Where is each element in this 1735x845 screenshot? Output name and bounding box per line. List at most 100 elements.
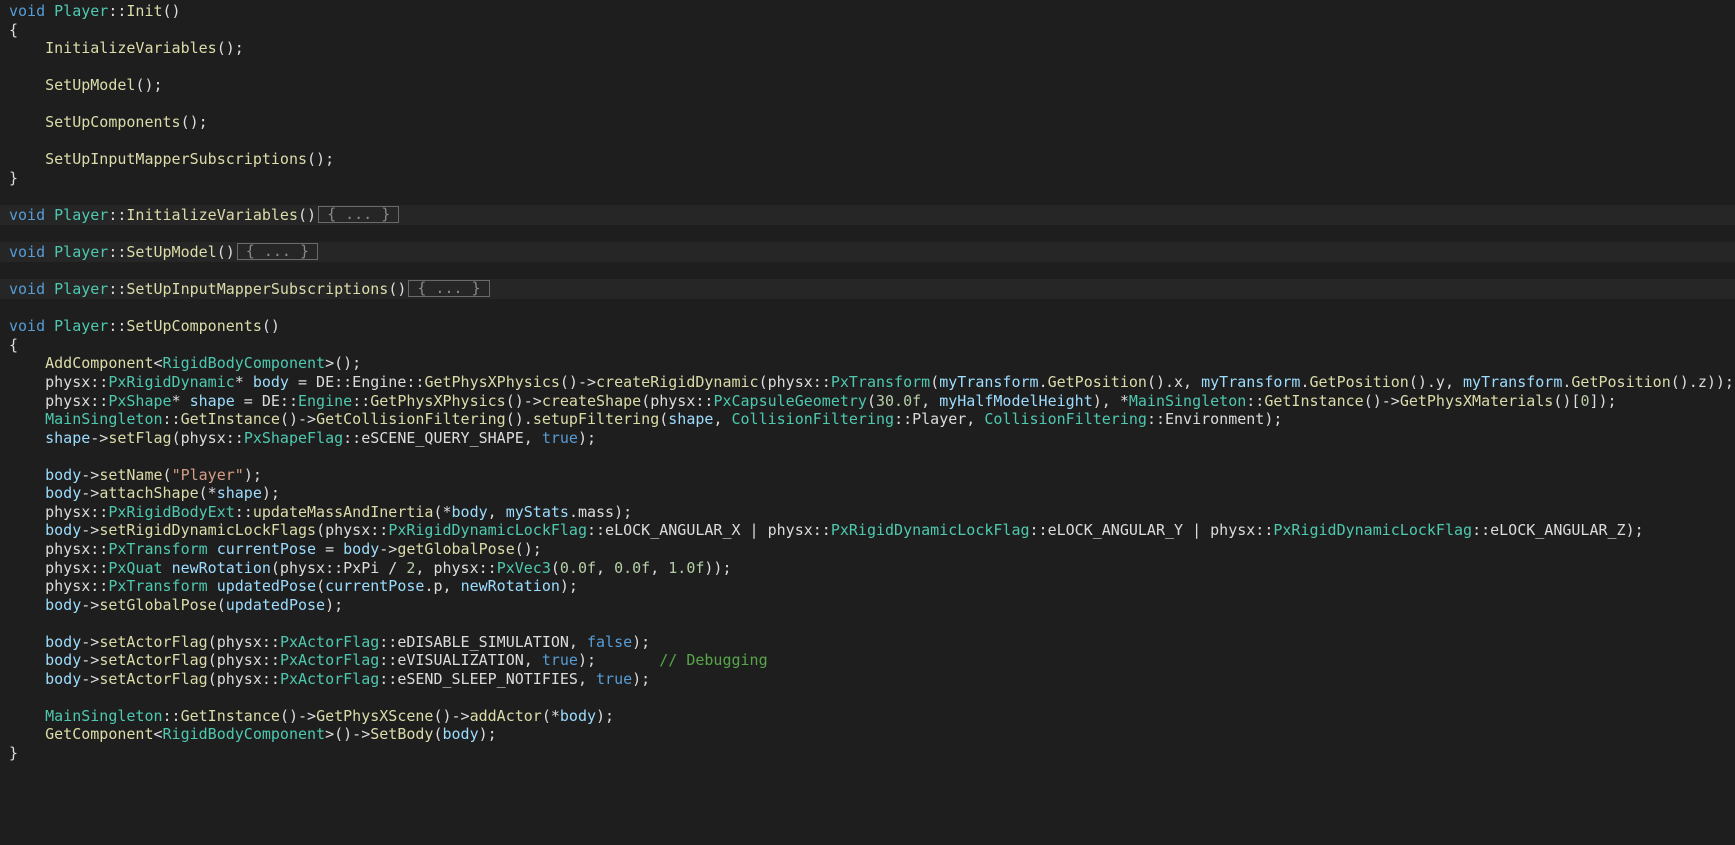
code-token: () xyxy=(216,243,235,262)
code-line[interactable]: body->setActorFlag(physx::PxActorFlag::e… xyxy=(0,632,1735,652)
code-token: SetUpModel xyxy=(45,76,136,95)
code-line[interactable]: MainSingleton::GetInstance()->GetPhysXSc… xyxy=(0,706,1735,726)
code-line[interactable]: InitializeVariables(); xyxy=(0,38,1735,58)
code-line[interactable]: } xyxy=(0,743,1735,763)
code-token: (* xyxy=(198,484,217,503)
code-line[interactable]: body->setGlobalPose(updatedPose); xyxy=(0,595,1735,615)
code-token: ::Environment); xyxy=(1146,410,1283,429)
code-line[interactable]: shape->setFlag(physx::PxShapeFlag::eSCEN… xyxy=(0,428,1735,448)
code-token: :: xyxy=(352,391,371,410)
code-token: (physx:: xyxy=(207,669,280,688)
code-line[interactable]: body->setName("Player"); xyxy=(0,465,1735,485)
code-token: (); xyxy=(514,539,542,558)
code-line[interactable] xyxy=(0,446,1735,466)
code-line[interactable] xyxy=(0,224,1735,244)
code-line[interactable]: physx::PxShape* shape = DE::Engine::GetP… xyxy=(0,391,1735,411)
code-token: :: xyxy=(1246,391,1265,410)
code-token: PxRigidDynamicLockFlag xyxy=(1273,521,1473,540)
code-token: currentPose xyxy=(325,577,425,596)
code-line[interactable]: physx::PxRigidBodyExt::updateMassAndIner… xyxy=(0,502,1735,522)
code-token: Player xyxy=(54,206,109,225)
code-token: , xyxy=(921,391,940,410)
code-line[interactable] xyxy=(0,298,1735,318)
code-line[interactable]: body->setRigidDynamicLockFlags(physx::Px… xyxy=(0,520,1735,540)
code-token: body xyxy=(45,632,82,651)
code-line[interactable]: } xyxy=(0,168,1735,188)
code-line[interactable] xyxy=(0,687,1735,707)
code-token: () xyxy=(162,2,181,20)
code-text: MainSingleton::GetInstance()->GetPhysXSc… xyxy=(9,706,614,726)
code-token: (physx:: xyxy=(316,521,389,540)
code-token: ); xyxy=(596,706,615,725)
code-token: .p, xyxy=(424,577,461,596)
code-line[interactable]: physx::PxTransform updatedPose(currentPo… xyxy=(0,576,1735,596)
code-line[interactable]: body->setActorFlag(physx::PxActorFlag::e… xyxy=(0,650,1735,670)
code-line[interactable]: void Player::Init() xyxy=(0,1,1735,21)
code-token: GetPhysXMaterials xyxy=(1399,391,1554,410)
code-token: void xyxy=(9,280,46,299)
code-token: shape xyxy=(216,484,262,503)
code-line[interactable] xyxy=(0,131,1735,151)
code-line[interactable]: void Player::InitializeVariables(){ ... … xyxy=(0,205,1735,226)
code-line[interactable]: physx::PxRigidDynamic* body = DE::Engine… xyxy=(0,372,1735,392)
code-line[interactable]: body->attachShape(*shape); xyxy=(0,483,1735,503)
code-token: ); xyxy=(577,651,660,670)
code-line[interactable]: AddComponent<RigidBodyComponent>(); xyxy=(0,353,1735,373)
code-token: Player xyxy=(54,280,109,299)
code-line[interactable]: { xyxy=(0,20,1735,40)
code-line[interactable] xyxy=(0,57,1735,77)
code-line[interactable] xyxy=(0,94,1735,114)
code-token: ()-> xyxy=(559,373,597,391)
code-token: , xyxy=(713,410,732,429)
code-token: GetPosition xyxy=(1047,373,1147,391)
code-token: ::eDISABLE_SIMULATION, xyxy=(379,632,587,651)
code-token: PxVec3 xyxy=(496,558,551,577)
code-line[interactable]: void Player::SetUpModel(){ ... } xyxy=(0,242,1735,263)
code-token: physx:: xyxy=(9,391,109,410)
code-line[interactable] xyxy=(0,261,1735,281)
code-token: myStats xyxy=(505,502,569,521)
code-line[interactable]: physx::PxTransform currentPose = body->g… xyxy=(0,539,1735,559)
code-token: SetUpComponents xyxy=(126,317,262,336)
code-editor[interactable]: void Player::Init(){ InitializeVariables… xyxy=(0,0,1735,845)
code-line[interactable] xyxy=(0,613,1735,633)
code-token: PxTransform xyxy=(108,577,208,596)
code-text: body->setActorFlag(physx::PxActorFlag::e… xyxy=(9,669,650,689)
code-token: newRotation xyxy=(460,577,560,596)
collapsed-region-button[interactable]: { ... } xyxy=(318,206,400,224)
code-token: ); xyxy=(478,725,497,744)
code-token: ::eLOCK_ANGULAR_Z); xyxy=(1472,521,1644,540)
code-line[interactable]: SetUpModel(); xyxy=(0,75,1735,95)
code-text: } xyxy=(9,743,18,763)
code-line[interactable]: void Player::SetUpInputMapperSubscriptio… xyxy=(0,279,1735,300)
code-token: setActorFlag xyxy=(99,651,208,670)
code-text: GetComponent<RigidBodyComponent>()->SetB… xyxy=(9,724,497,744)
collapsed-region-button[interactable]: { ... } xyxy=(408,280,490,298)
code-line[interactable] xyxy=(0,187,1735,207)
code-line[interactable]: MainSingleton::GetInstance()->GetCollisi… xyxy=(0,409,1735,429)
code-token: (physx:: xyxy=(641,391,714,410)
collapsed-region-button[interactable]: { ... } xyxy=(236,243,318,261)
code-text: body->setActorFlag(physx::PxActorFlag::e… xyxy=(9,650,768,670)
code-token: RigidBodyComponent xyxy=(162,725,326,744)
code-token: = DE::Engine:: xyxy=(288,373,425,391)
code-token: updatedPose xyxy=(225,595,326,614)
code-line[interactable]: SetUpInputMapperSubscriptions(); xyxy=(0,149,1735,169)
code-token: * xyxy=(171,391,190,410)
code-line[interactable]: { xyxy=(0,335,1735,355)
code-line[interactable]: body->setActorFlag(physx::PxActorFlag::e… xyxy=(0,669,1735,689)
code-line[interactable]: SetUpComponents(); xyxy=(0,112,1735,132)
code-token: void xyxy=(9,2,46,20)
code-token: myHalfModelHeight xyxy=(939,391,1093,410)
code-line[interactable]: GetComponent<RigidBodyComponent>()->SetB… xyxy=(0,724,1735,744)
code-line[interactable]: void Player::SetUpComponents() xyxy=(0,316,1735,336)
code-line[interactable]: physx::PxQuat newRotation(physx::PxPi / … xyxy=(0,558,1735,578)
code-text: } xyxy=(9,168,18,188)
code-text: void Player::SetUpComponents() xyxy=(9,316,280,336)
